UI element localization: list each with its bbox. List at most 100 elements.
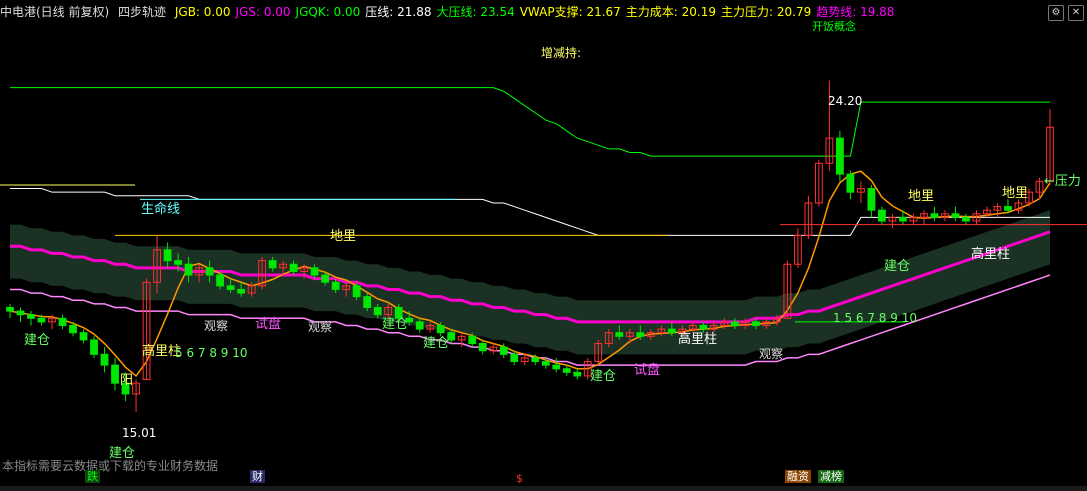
candle-body-3 — [37, 317, 46, 323]
candle-body-60 — [636, 332, 645, 337]
candle-body-21 — [226, 285, 235, 290]
close-icon[interactable]: ✕ — [1068, 5, 1084, 21]
candle-body-20 — [216, 274, 225, 287]
lifeline-label: 生命线 — [141, 201, 180, 217]
high-price-label: 24.20 — [828, 94, 862, 108]
candle-body-29 — [310, 267, 319, 276]
guancha-label-3: 观察 — [759, 347, 783, 361]
chart-labels: 开饭概念增减持:24.2015.01←压力生命线地里地里 地里高里柱高里柱高里柱阳… — [24, 19, 1081, 461]
yang-label: 阳 — [120, 373, 133, 388]
candle-body-91 — [962, 216, 970, 222]
candlestick-chart[interactable]: 开饭概念增减持:24.2015.01←压力生命线地里地里 地里高里柱高里柱高里柱阳… — [0, 0, 1087, 491]
jiancang-label-1: 建仓 — [24, 333, 50, 348]
candle-body-7 — [79, 332, 88, 341]
event-tag-4[interactable]: 减榜 — [818, 470, 844, 483]
data-notice: 本指标需要云数据或下载的专业财务数据 — [2, 459, 219, 473]
candle-body-54 — [573, 371, 582, 377]
candle-body-82 — [867, 188, 876, 211]
candle-body-80 — [846, 173, 855, 193]
event-tag-0[interactable]: 跌 — [85, 470, 100, 483]
band-cloud — [10, 210, 1050, 355]
candle-body-52 — [552, 364, 561, 370]
dili-label-1: 地里 — [330, 229, 356, 244]
dili-label-2: 地里 — [908, 189, 934, 204]
candle-body-47 — [499, 346, 508, 355]
candle-body-35 — [373, 306, 382, 316]
header-value-4: 大压线: 23.54 — [436, 5, 515, 19]
indicator-lines — [0, 87, 1087, 378]
low-price-label: 15.01 — [122, 426, 156, 440]
candle-body-17 — [184, 263, 193, 276]
sub-indicator-bar[interactable] — [0, 486, 1087, 491]
candle-body-33 — [352, 285, 361, 298]
candle-body-0 — [6, 306, 14, 312]
candle-body-63 — [667, 328, 676, 334]
indicator-header: 中电港(日线 前复权) 四步轨迹 JGB: 0.00 JGS: 0.00 JGQK:… — [0, 0, 1087, 24]
header-value-5: VWAP支撑: 21.67 — [519, 5, 621, 19]
candle-body-1 — [16, 310, 25, 316]
guancha-label-2: 观察 — [308, 320, 332, 334]
candle-body-41 — [436, 324, 445, 334]
candle-body-5 — [58, 317, 67, 326]
header-value-2: JGQK: 0.00 — [295, 5, 361, 19]
candle-body-85 — [899, 216, 907, 222]
header-value-0: JGB: 0.00 — [174, 5, 231, 19]
candle-body-79 — [835, 137, 844, 175]
candle-body-83 — [878, 209, 886, 222]
candle-body-53 — [562, 368, 571, 373]
candle-body-25 — [268, 260, 277, 269]
candle-body-50 — [531, 357, 540, 363]
big-pressure-line — [10, 87, 1050, 157]
candle-body-22 — [237, 288, 246, 294]
guancha-label-1: 观察 — [204, 319, 228, 333]
candle-body-2 — [27, 314, 35, 319]
candle-body-19 — [205, 267, 214, 276]
jiancang-label-5: 建仓 — [590, 369, 616, 384]
candle-body-8 — [90, 339, 98, 355]
candle-body-34 — [363, 296, 372, 308]
gaoliangzhu-label-3: 高里柱 — [971, 246, 1010, 262]
candle-body-45 — [478, 343, 487, 352]
header-value-1: JGS: 0.00 — [235, 5, 291, 19]
candle-body-95 — [1004, 206, 1012, 211]
candle-body-44 — [468, 335, 477, 345]
candle-body-51 — [541, 361, 550, 366]
indicator-name[interactable]: 四步轨迹 — [118, 5, 166, 19]
candle-body-58 — [615, 332, 624, 337]
shipan-label-1: 试盘 — [255, 316, 281, 332]
candle-body-16 — [174, 260, 182, 265]
candle-body-48 — [510, 353, 519, 363]
dili-label-3: 地里 — [1002, 186, 1028, 201]
candle-body-30 — [321, 274, 330, 283]
candle-body-31 — [331, 281, 340, 290]
candle-body-27 — [289, 263, 298, 272]
zengjianchi-label: 增减持: — [541, 45, 581, 60]
settings-gear-icon[interactable]: ⚙ — [1048, 5, 1064, 21]
candle-body-71 — [751, 321, 760, 326]
stock-title[interactable]: 中电港(日线 前复权) — [0, 5, 109, 19]
header-value-8: 趋势线: 19.88 — [816, 5, 895, 19]
candle-body-90 — [951, 213, 960, 218]
candle-body-9 — [100, 353, 109, 366]
candle-body-88 — [930, 213, 939, 218]
event-tag-2[interactable]: $ — [514, 472, 525, 485]
candle-body-15 — [163, 249, 172, 262]
jiancang-label-3: 建仓 — [382, 317, 408, 332]
candle-body-10 — [111, 364, 119, 384]
candle-body-69 — [730, 321, 739, 326]
jiancang-label-4: 建仓 — [423, 336, 449, 351]
candle-body-66 — [699, 324, 708, 330]
event-tag-3[interactable]: 融资 — [785, 470, 811, 483]
candle-body-39 — [415, 321, 424, 330]
shipan-label-2: 试盘 — [634, 362, 660, 378]
header-value-6: 主力成本: 20.19 — [625, 5, 717, 19]
header-value-7: 主力压力: 20.79 — [721, 5, 812, 19]
seq-label-2: 1 5 6 7 8 9 10 — [833, 311, 917, 325]
pressure-label: ←压力 — [1044, 174, 1081, 189]
candle-body-6 — [69, 324, 77, 334]
event-tag-1[interactable]: 财 — [250, 470, 265, 483]
jiancang-label-6: 建仓 — [884, 259, 910, 274]
header-value-3: 压线: 21.88 — [365, 5, 432, 19]
gaoliangzhu-label-2: 高里柱 — [678, 331, 717, 347]
seq-label: 5 6 7 8 9 10 — [175, 346, 248, 360]
